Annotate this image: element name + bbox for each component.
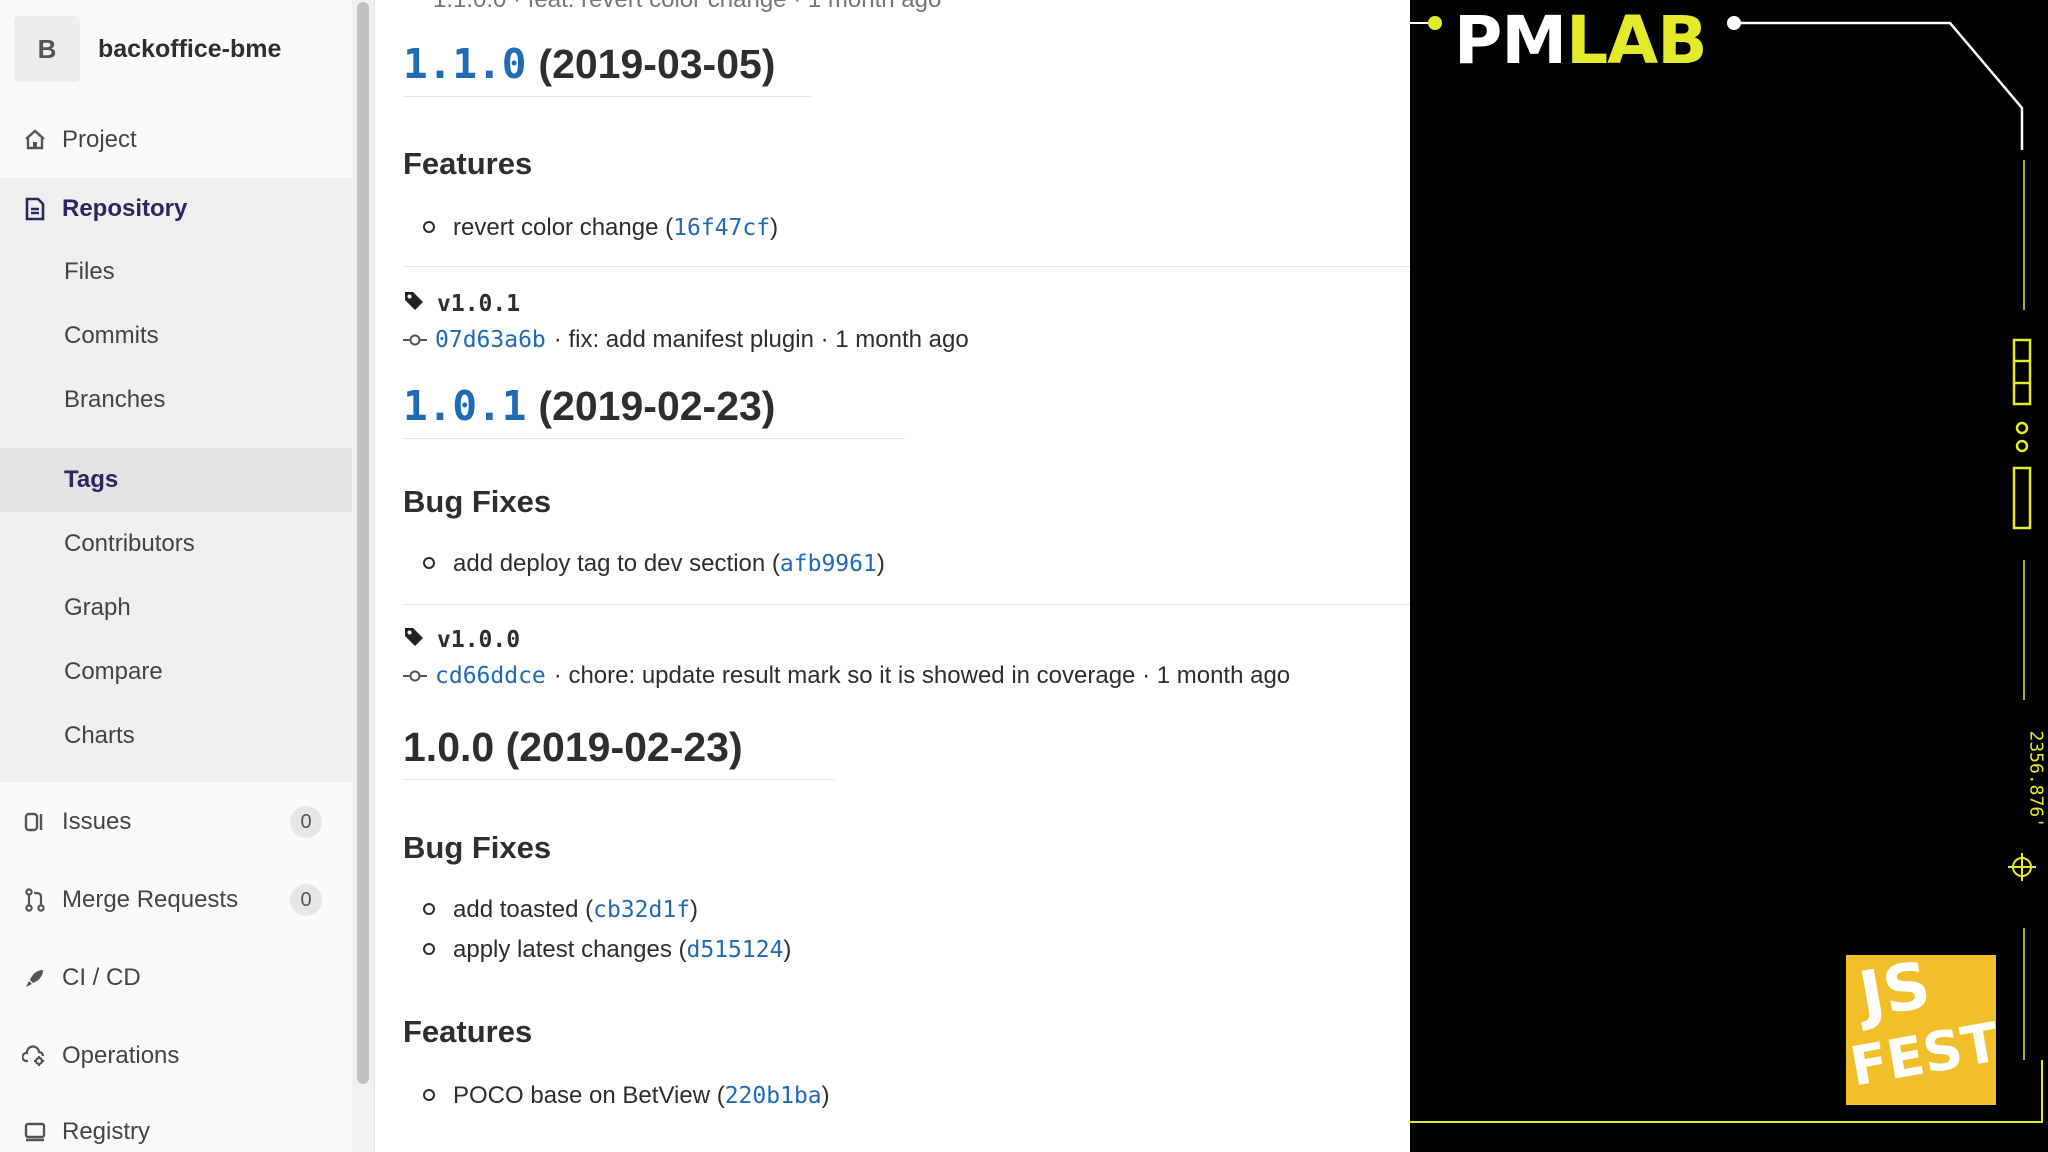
- rocket-icon: [22, 965, 48, 991]
- commit-message: · fix: add manifest plugin · 1 month ago: [553, 326, 969, 353]
- issues-icon: [22, 809, 48, 835]
- pmlab-logo-pm: PM: [1454, 2, 1567, 79]
- partial-commit-text: 1.1.0.0 · feat: revert color change · 1 …: [433, 0, 941, 14]
- subnav-label: Files: [64, 258, 115, 285]
- subnav-label: Contributors: [64, 530, 195, 557]
- merge-requests-count-badge: 0: [290, 884, 322, 916]
- subnav-label: Charts: [64, 722, 135, 749]
- sidebar-item-label: Issues: [62, 808, 132, 835]
- tag-commit-line: cd66ddce · chore: update result mark so …: [403, 662, 1290, 690]
- commit-sha-link[interactable]: 16f47cf: [673, 215, 770, 241]
- list-item-text: add toasted: [453, 896, 579, 923]
- sidebar-item-label: Repository: [62, 195, 188, 222]
- tag-icon: [403, 290, 425, 318]
- tag-commit-line: 07d63a6b · fix: add manifest plugin · 1 …: [403, 326, 969, 354]
- sidebar-item-label: Project: [62, 126, 137, 153]
- section-heading: Bug Fixes: [403, 830, 552, 865]
- cloud-gear-icon: [22, 1043, 48, 1069]
- tag-row: v1.0.1: [403, 290, 520, 318]
- sidebar-item-label: CI / CD: [62, 964, 141, 991]
- list-item-text: apply latest changes: [453, 936, 672, 963]
- tag-icon: [403, 626, 425, 654]
- release-version-link[interactable]: 1.0.1: [403, 382, 526, 430]
- merge-request-icon: [22, 887, 48, 913]
- document-icon: [22, 196, 48, 222]
- divider: [403, 604, 1410, 605]
- sidebar-item-label: Operations: [62, 1042, 180, 1069]
- subnav-tags[interactable]: Tags: [0, 448, 352, 512]
- list-item: revert color change (16f47cf): [423, 214, 778, 242]
- sidebar-item-registry[interactable]: Registry: [0, 1100, 352, 1152]
- home-icon: [22, 127, 48, 153]
- sidebar-item-label: Merge Requests: [62, 886, 239, 913]
- commit-sha-link[interactable]: afb9961: [780, 551, 877, 577]
- release-version-link[interactable]: 1.1.0: [403, 40, 526, 88]
- partial-commit-line: 1.1.0.0 · feat: revert color change · 1 …: [433, 0, 941, 14]
- pmlab-logo: PMLAB: [1454, 6, 1708, 76]
- project-avatar: B: [14, 16, 80, 82]
- sidebar-item-project[interactable]: Project: [0, 108, 352, 172]
- tag-row: v1.0.0: [403, 626, 520, 654]
- list-item-text: add deploy tag to dev section: [453, 550, 766, 577]
- side-coordinate: 2356.876': [2025, 730, 2047, 829]
- commit-sha-link[interactable]: cb32d1f: [593, 897, 690, 923]
- gitlab-window: B backoffice-bme Project Repository File…: [0, 0, 1410, 1152]
- subnav-contributors[interactable]: Contributors: [0, 512, 352, 576]
- release-heading: 1.0.0 (2019-02-23): [403, 724, 835, 780]
- section-heading: Features: [403, 146, 533, 181]
- conference-overlay: PMLAB 2356.876' JS FEST: [1410, 0, 2048, 1152]
- subnav-label: Graph: [64, 594, 131, 621]
- divider: [403, 266, 1410, 267]
- registry-icon: [22, 1119, 48, 1145]
- pmlab-logo-lab: LAB: [1566, 2, 1707, 79]
- subnav-charts[interactable]: Charts: [0, 704, 352, 768]
- subnav-label: Commits: [64, 322, 159, 349]
- commit-icon: [403, 662, 427, 690]
- sidebar-item-repository[interactable]: Repository: [0, 178, 352, 240]
- list-item: POCO base on BetView (220b1ba): [423, 1082, 830, 1110]
- commit-message: · chore: update result mark so it is sho…: [553, 662, 1291, 689]
- sidebar-item-issues[interactable]: Issues 0: [0, 790, 352, 854]
- list-item: add toasted (cb32d1f): [423, 896, 698, 924]
- subnav-graph[interactable]: Graph: [0, 576, 352, 640]
- subnav-files[interactable]: Files: [0, 240, 352, 304]
- jsfest-badge-js: JS: [1854, 955, 1936, 1034]
- project-name: backoffice-bme: [98, 34, 282, 63]
- commit-sha-link[interactable]: cd66ddce: [435, 663, 546, 689]
- subnav-commits[interactable]: Commits: [0, 304, 352, 368]
- sidebar: B backoffice-bme Project Repository File…: [0, 0, 353, 1152]
- section-heading: Bug Fixes: [403, 484, 552, 519]
- jsfest-badge: JS FEST: [1846, 955, 1996, 1105]
- repository-subnav: Files Commits Branches Tags Contributors…: [0, 240, 352, 782]
- release-date: (2019-02-23): [538, 383, 776, 429]
- subnav-compare[interactable]: Compare: [0, 640, 352, 704]
- sidebar-scrollbar-thumb[interactable]: [357, 2, 369, 1084]
- list-item-text: POCO base on BetView: [453, 1082, 711, 1109]
- tag-name[interactable]: v1.0.0: [437, 627, 520, 653]
- changelog-content: 1.1.0.0 · feat: revert color change · 1 …: [403, 0, 1410, 1152]
- release-heading: 1.0.1 (2019-02-23): [403, 382, 905, 439]
- sidebar-item-ci-cd[interactable]: CI / CD: [0, 946, 352, 1010]
- subnav-label: Branches: [64, 386, 166, 413]
- project-header[interactable]: B backoffice-bme: [14, 14, 281, 84]
- commit-icon: [403, 326, 427, 354]
- sidebar-item-operations[interactable]: Operations: [0, 1024, 352, 1088]
- issues-count-badge: 0: [290, 806, 322, 838]
- release-heading: 1.1.0 (2019-03-05): [403, 40, 811, 97]
- tag-name[interactable]: v1.0.1: [437, 291, 520, 317]
- commit-sha-link[interactable]: d515124: [686, 937, 783, 963]
- subnav-branches[interactable]: Branches: [0, 368, 352, 432]
- list-item: apply latest changes (d515124): [423, 936, 791, 964]
- release-date: (2019-03-05): [538, 41, 776, 87]
- list-item: add deploy tag to dev section (afb9961): [423, 550, 885, 578]
- section-heading: Features: [403, 1014, 533, 1049]
- sidebar-item-merge-requests[interactable]: Merge Requests 0: [0, 868, 352, 932]
- sidebar-item-label: Registry: [62, 1118, 151, 1145]
- commit-sha-link[interactable]: 07d63a6b: [435, 327, 546, 353]
- subnav-label: Compare: [64, 658, 163, 685]
- list-item-text: revert color change: [453, 214, 659, 241]
- commit-sha-link[interactable]: 220b1ba: [725, 1083, 822, 1109]
- subnav-label: Tags: [64, 466, 119, 493]
